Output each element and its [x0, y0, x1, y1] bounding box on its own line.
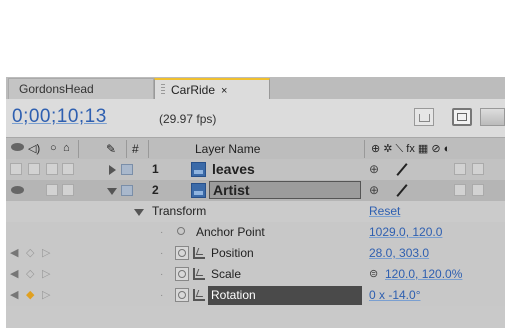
image-layer-icon — [191, 183, 206, 198]
tab-label: GordonsHead — [19, 82, 94, 96]
label-color-swatch[interactable] — [121, 185, 133, 196]
tab-bar: GordonsHead CarRide × — [6, 77, 505, 99]
tab-carride[interactable]: CarRide × — [154, 78, 270, 99]
transform-label: Transform — [152, 204, 207, 218]
property-name: Position — [211, 246, 254, 260]
timeline-toolbar: 0;00;10;13 (29.97 fps) — [6, 99, 505, 137]
collapse-triangle-icon[interactable] — [134, 209, 144, 216]
stopwatch-icon[interactable] — [175, 288, 189, 302]
eye-icon[interactable] — [11, 185, 25, 195]
layer-switch-box[interactable] — [472, 184, 484, 196]
column-header: ◁) ○ ⌂ ✎ # Layer Name ⊕ ✲ ⟍ fx ▦ ⊘ ◐ — [6, 137, 505, 160]
current-time-display[interactable]: 0;00;10;13 — [12, 106, 107, 128]
property-name: Scale — [211, 267, 242, 281]
audio-icon[interactable]: ◁) — [28, 142, 40, 155]
property-row-anchor-point[interactable]: · Anchor Point 1029.0, 120.0 — [6, 222, 505, 243]
switches-column-header[interactable]: ⊕ ✲ ⟍ fx ▦ ⊘ ◐ — [371, 142, 450, 156]
draft-3d-icon[interactable] — [480, 108, 505, 126]
property-value[interactable]: 0 x -14.0° — [369, 285, 421, 306]
label-column-icon[interactable]: ✎ — [106, 142, 116, 156]
property-name: Anchor Point — [196, 225, 265, 239]
solo-icon[interactable]: ○ — [50, 142, 57, 154]
graph-editor-icon[interactable] — [193, 247, 205, 259]
lock-switch[interactable] — [62, 163, 74, 175]
image-layer-icon — [191, 162, 206, 177]
transform-group-row[interactable]: Transform Reset — [6, 201, 505, 222]
tree-dot: · — [160, 269, 164, 280]
stopwatch-icon[interactable] — [175, 267, 189, 281]
layer-switch-box[interactable] — [472, 163, 484, 175]
layer-row-artist[interactable]: 2 Artist ⊕ — [6, 180, 505, 201]
audio-switch[interactable] — [28, 163, 40, 175]
layer-row-leaves[interactable]: 1 leaves ⊕ — [6, 159, 505, 180]
graph-editor-icon[interactable] — [193, 268, 205, 280]
shy-switch-icon[interactable]: ⊕ — [369, 180, 379, 201]
shy-switch-icon[interactable]: ⊕ — [369, 159, 379, 180]
layer-name[interactable]: Artist — [213, 180, 250, 201]
prev-keyframe-icon[interactable]: ◀ — [10, 246, 18, 259]
solo-switch[interactable] — [46, 163, 58, 175]
tab-grip-icon[interactable] — [161, 84, 165, 96]
expand-triangle-icon[interactable] — [109, 165, 116, 175]
layer-name-column-header[interactable]: Layer Name — [195, 142, 260, 156]
timeline-panel: GordonsHead CarRide × 0;00;10;13 (29.97 f… — [6, 77, 505, 328]
layer-switch-box[interactable] — [454, 184, 466, 196]
video-visibility-icon[interactable] — [11, 142, 25, 152]
layer-name[interactable]: leaves — [212, 159, 255, 180]
property-value[interactable]: 28.0, 303.0 — [369, 243, 429, 264]
next-keyframe-icon[interactable]: ▷ — [42, 246, 50, 259]
tree-dot: · — [160, 290, 164, 301]
property-value[interactable]: 1029.0, 120.0 — [369, 222, 442, 243]
quality-switch-icon[interactable] — [396, 184, 408, 197]
frame-rate-label: (29.97 fps) — [159, 112, 217, 126]
property-name: Rotation — [211, 288, 256, 302]
quality-switch-icon[interactable] — [396, 163, 408, 176]
close-icon[interactable]: × — [221, 85, 227, 97]
label-color-swatch[interactable] — [121, 164, 133, 175]
reset-link[interactable]: Reset — [369, 201, 400, 222]
lock-switch[interactable] — [62, 184, 74, 196]
tab-gordonshead[interactable]: GordonsHead — [8, 78, 154, 99]
layer-number: 2 — [152, 183, 159, 197]
live-update-icon[interactable] — [452, 108, 472, 126]
tab-label: CarRide — [171, 83, 216, 97]
tree-dot: · — [160, 248, 164, 259]
layer-switch-box[interactable] — [454, 163, 466, 175]
property-row-scale[interactable]: ◀ ◇ ▷ · Scale ⊜ 120.0, 120.0% — [6, 264, 505, 285]
comp-flowchart-icon[interactable] — [414, 108, 434, 126]
collapse-triangle-icon[interactable] — [107, 188, 117, 195]
number-column-header[interactable]: # — [132, 142, 139, 156]
prev-keyframe-icon[interactable]: ◀ — [10, 267, 18, 280]
next-keyframe-icon[interactable]: ▷ — [42, 288, 50, 301]
constrain-proportions-icon[interactable]: ⊜ — [369, 264, 378, 285]
add-keyframe-icon[interactable]: ◇ — [26, 267, 34, 280]
keyframe-icon[interactable]: ◆ — [26, 288, 34, 301]
property-row-rotation[interactable]: ◀ ◆ ▷ · Rotation 0 x -14.0° — [6, 285, 505, 306]
next-keyframe-icon[interactable]: ▷ — [42, 267, 50, 280]
lock-icon[interactable]: ⌂ — [63, 142, 70, 154]
stopwatch-icon[interactable] — [175, 246, 189, 260]
graph-editor-icon[interactable] — [193, 289, 205, 301]
property-value[interactable]: 120.0, 120.0% — [385, 264, 462, 285]
property-row-position[interactable]: ◀ ◇ ▷ · Position 28.0, 303.0 — [6, 243, 505, 264]
layer-number: 1 — [152, 162, 159, 176]
stopwatch-icon[interactable] — [175, 225, 189, 239]
prev-keyframe-icon[interactable]: ◀ — [10, 288, 18, 301]
add-keyframe-icon[interactable]: ◇ — [26, 246, 34, 259]
visibility-switch[interactable] — [10, 163, 22, 175]
tree-dot: · — [160, 227, 164, 238]
solo-switch[interactable] — [46, 184, 58, 196]
